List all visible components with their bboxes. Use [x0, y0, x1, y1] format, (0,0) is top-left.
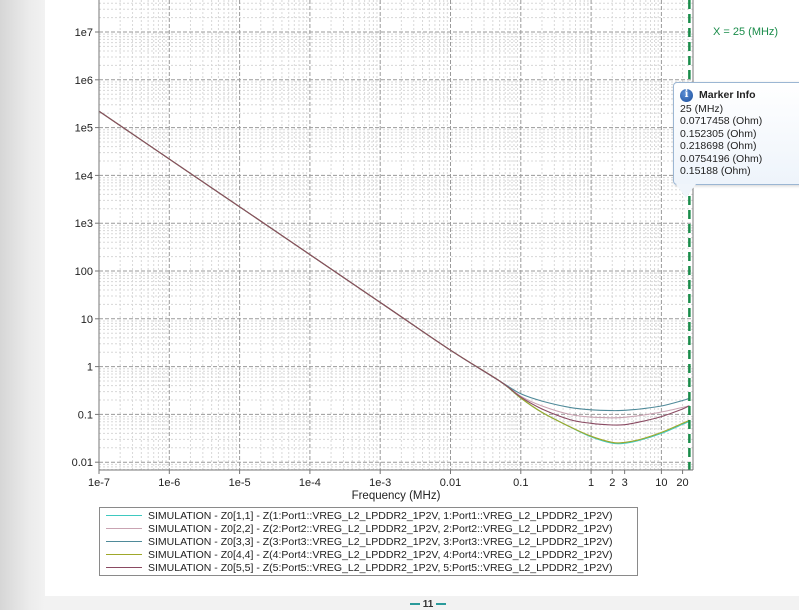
- y-tick-label: 1: [87, 362, 93, 374]
- y-tick-label: 0.01: [72, 457, 93, 469]
- callout-pointer: [676, 184, 696, 198]
- marker-info-value: 0.152305 (Ohm): [680, 127, 757, 140]
- y-tick-label: 1e4: [75, 170, 93, 182]
- legend-swatch: [106, 515, 142, 516]
- marker-x-label: X = 25 (MHz): [713, 26, 778, 38]
- x-tick-label: 0.01: [440, 477, 461, 489]
- x-tick-label: 1e-4: [299, 477, 321, 489]
- legend-item: SIMULATION - Z0[1,1] - Z(1:Port1::VREG_L…: [100, 509, 637, 522]
- legend-swatch: [106, 567, 142, 568]
- x-tick-label: 1: [588, 477, 594, 489]
- marker-info-callout: i Marker Info 25 (MHz) 0.0717458 (Ohm) 0…: [673, 82, 799, 185]
- x-tick-label: 1e-7: [88, 477, 110, 489]
- page-number-bar-right: [436, 603, 447, 606]
- page-number-text: 11: [422, 599, 434, 610]
- marker-info-frequency: 25 (MHz): [680, 103, 724, 115]
- legend-label: SIMULATION - Z0[2,2] - Z(2:Port2::VREG_L…: [148, 522, 613, 535]
- x-tick-label: 10: [655, 477, 667, 489]
- x-tick-label: 1e-3: [369, 477, 391, 489]
- legend-swatch: [106, 554, 142, 555]
- y-tick-label: 100: [75, 266, 93, 278]
- legend-label: SIMULATION - Z0[1,1] - Z(1:Port1::VREG_L…: [148, 509, 613, 522]
- legend-item: SIMULATION - Z0[3,3] - Z(3:Port3::VREG_L…: [100, 535, 637, 548]
- marker-info-title: Marker Info: [699, 89, 756, 101]
- y-tick-label: 1e7: [75, 27, 93, 39]
- page-number-bar-left: [409, 603, 420, 606]
- legend-item: SIMULATION - Z0[5,5] - Z(5:Port5::VREG_L…: [100, 561, 637, 574]
- x-axis-title: Frequency (MHz): [352, 490, 441, 502]
- y-tick-labels: 1e7 1e6 1e5 1e4 1e3 100 10 1 0.1 0.01: [72, 27, 99, 469]
- legend-label: SIMULATION - Z0[4,4] - Z(4:Port4::VREG_L…: [148, 548, 613, 561]
- legend-item: SIMULATION - Z0[2,2] - Z(2:Port2::VREG_L…: [100, 522, 637, 535]
- marker-info-value: 0.15188 (Ohm): [680, 165, 751, 178]
- x-tick-labels: 1e-7 1e-6 1e-5 1e-4 1e-3 0.01 0.1 1 2 3 10 20: [88, 470, 689, 489]
- info-icon: i: [680, 88, 693, 102]
- chart-legend: SIMULATION - Z0[1,1] - Z(1:Port1::VREG_L…: [99, 507, 638, 576]
- x-tick-label: 1e-5: [229, 477, 251, 489]
- legend-item: SIMULATION - Z0[4,4] - Z(4:Port4::VREG_L…: [100, 548, 637, 561]
- x-tick-label: 20: [676, 477, 688, 489]
- y-tick-label: 1e3: [75, 218, 93, 230]
- legend-swatch: [106, 541, 142, 542]
- plot-area: [99, 0, 693, 470]
- x-tick-label: 1e-6: [158, 477, 180, 489]
- x-tick-label: 3: [622, 477, 628, 489]
- marker-info-value: 0.0754196 (Ohm): [680, 152, 763, 165]
- marker-info-value: 0.218698 (Ohm): [680, 140, 757, 153]
- x-tick-label: 2: [609, 477, 615, 489]
- legend-label: SIMULATION - Z0[3,3] - Z(3:Port3::VREG_L…: [148, 535, 613, 548]
- legend-swatch: [106, 528, 142, 529]
- legend-label: SIMULATION - Z0[5,5] - Z(5:Port5::VREG_L…: [148, 561, 613, 574]
- marker-info-value: 0.0717458 (Ohm): [680, 115, 763, 128]
- x-tick-label: 0.1: [513, 477, 528, 489]
- y-tick-label: 0.1: [78, 409, 93, 421]
- y-tick-label: 10: [81, 314, 93, 326]
- y-tick-label: 1e5: [75, 123, 93, 135]
- y-tick-label: 1e6: [75, 75, 93, 87]
- page-number: 11: [400, 599, 456, 610]
